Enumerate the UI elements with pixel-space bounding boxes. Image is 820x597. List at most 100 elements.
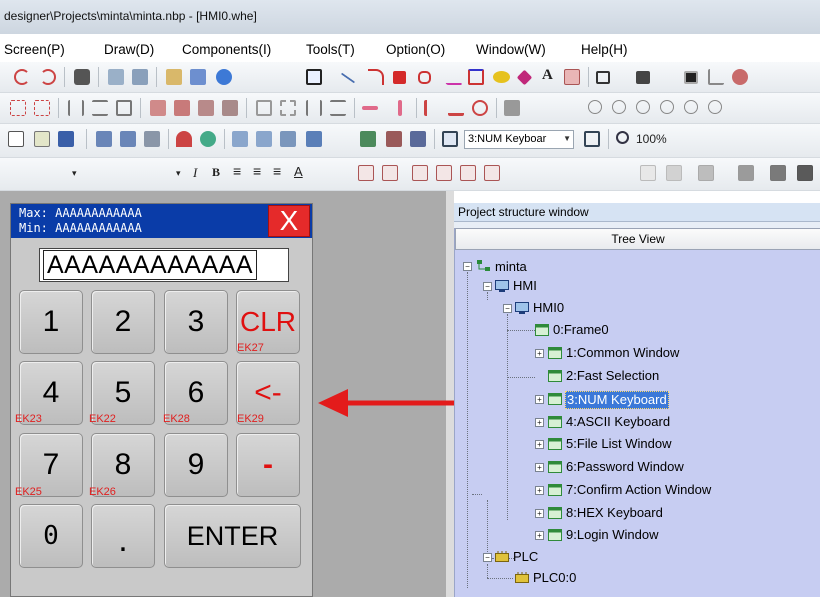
border-icon[interactable] — [596, 71, 610, 84]
flip-h-icon[interactable] — [424, 100, 440, 116]
menu-components[interactable]: Components(I) — [182, 42, 271, 57]
expand-hmi0[interactable]: − — [503, 304, 512, 313]
align-left-icon[interactable] — [10, 100, 26, 116]
function-key-icon[interactable] — [144, 131, 160, 147]
menu-help[interactable]: Help(H) — [581, 42, 628, 57]
font-icon[interactable] — [58, 131, 74, 147]
undo-icon[interactable] — [14, 69, 30, 85]
same-height-icon[interactable] — [92, 100, 108, 116]
text-box-icon[interactable] — [358, 165, 374, 181]
hline-icon[interactable] — [362, 106, 378, 110]
same-width-icon[interactable] — [68, 100, 84, 116]
pattern-4-icon[interactable] — [738, 165, 754, 181]
lock-icon[interactable] — [504, 100, 520, 116]
redo-icon[interactable] — [40, 69, 56, 85]
pattern-icon[interactable] — [684, 71, 698, 84]
step-4-icon[interactable] — [660, 100, 674, 114]
step-3-icon[interactable] — [636, 100, 650, 114]
size-dropdown-icon[interactable]: ▾ — [176, 168, 181, 179]
expand-password-window[interactable]: + — [535, 463, 544, 472]
expand-hex-keyboard[interactable]: + — [535, 509, 544, 518]
menu-draw[interactable]: Draw(D) — [104, 42, 154, 57]
print-preview-icon[interactable] — [108, 69, 124, 85]
tree-node-ascii-keyboard[interactable]: 4:ASCII Keyboard — [566, 414, 670, 430]
step-6-icon[interactable] — [708, 100, 722, 114]
tree-node-confirm-action-window[interactable]: 7:Confirm Action Window — [566, 482, 711, 498]
expand-file-list-window[interactable]: + — [535, 440, 544, 449]
tree-node-plc0[interactable]: PLC0:0 — [533, 570, 576, 586]
zoom-icon[interactable] — [616, 131, 629, 144]
expand-minta[interactable]: − — [463, 262, 472, 271]
copy-screen-icon[interactable] — [34, 131, 50, 147]
number-input-icon[interactable] — [256, 131, 272, 147]
fill-color-icon[interactable] — [636, 71, 650, 84]
multi-text-icon[interactable] — [436, 165, 452, 181]
pattern-1-icon[interactable] — [640, 165, 656, 181]
tree-node-num-keyboard[interactable]: 3:NUM Keyboard — [565, 391, 669, 409]
close-button[interactable]: X — [268, 205, 310, 237]
key-minus[interactable]: - — [236, 433, 300, 497]
bold-icon[interactable]: B — [212, 165, 220, 180]
expand-ascii-keyboard[interactable]: + — [535, 418, 544, 427]
expand-num-keyboard[interactable]: + — [535, 395, 544, 404]
alarm-icon[interactable] — [360, 131, 376, 147]
key-9[interactable]: 9 — [164, 433, 228, 497]
key-3[interactable]: 3 — [164, 290, 228, 354]
tree-node-common-window[interactable]: 1:Common Window — [566, 345, 679, 361]
group-icon[interactable] — [256, 100, 272, 116]
message-icon[interactable] — [484, 165, 500, 181]
rounded-rect-icon[interactable] — [418, 71, 431, 84]
bring-front-icon[interactable] — [150, 100, 166, 116]
key-1[interactable]: 1 — [19, 290, 83, 354]
pointer-icon[interactable] — [306, 69, 322, 85]
tree-node-minta[interactable]: minta — [495, 259, 527, 275]
tree-view-tab[interactable]: Tree View — [455, 228, 820, 250]
step-5-icon[interactable] — [684, 100, 698, 114]
arc-icon[interactable] — [368, 69, 384, 85]
project-tree[interactable]: Tree View − minta − HMI − HMI0 0:Frame0 … — [454, 228, 820, 597]
tree-node-hex-keyboard[interactable]: 8:HEX Keyboard — [566, 505, 663, 521]
keyboard-icon[interactable] — [442, 131, 458, 147]
number-display-icon[interactable] — [232, 131, 248, 147]
polyline-icon[interactable] — [437, 69, 463, 85]
expand-confirm-action-window[interactable]: + — [535, 486, 544, 495]
help-icon[interactable] — [216, 69, 232, 85]
font-dropdown-icon[interactable]: ▾ — [72, 168, 77, 179]
forward-icon[interactable] — [198, 100, 214, 116]
window-icon[interactable] — [190, 69, 206, 85]
backward-icon[interactable] — [222, 100, 238, 116]
rotate-icon[interactable] — [472, 100, 488, 116]
pattern-6-icon[interactable] — [797, 165, 813, 181]
space-vertical-icon[interactable] — [330, 100, 346, 116]
flip-v-icon[interactable] — [448, 100, 464, 116]
tree-node-hmi[interactable]: HMI — [513, 278, 537, 294]
ellipse-icon[interactable] — [493, 71, 510, 83]
menu-option[interactable]: Option(O) — [386, 42, 445, 57]
tree-node-file-list-window[interactable]: 5:File List Window — [566, 436, 671, 452]
bit-button-icon[interactable] — [96, 131, 112, 147]
space-horizontal-icon[interactable] — [306, 100, 322, 116]
align-text-center-icon[interactable]: ≡ — [253, 163, 261, 179]
tree-node-plc[interactable]: PLC — [513, 549, 538, 565]
same-size-icon[interactable] — [116, 100, 132, 116]
tree-node-frame0[interactable]: 0:Frame0 — [553, 322, 609, 338]
expand-hmi[interactable]: − — [483, 282, 492, 291]
step-2-icon[interactable] — [612, 100, 626, 114]
align-text-left-icon[interactable]: ≡ — [233, 163, 241, 179]
vline-icon[interactable] — [398, 100, 402, 116]
expand-common-window[interactable]: + — [535, 349, 544, 358]
window-component-icon[interactable] — [306, 131, 322, 147]
line-icon[interactable] — [340, 72, 356, 84]
pattern-2-icon[interactable] — [666, 165, 682, 181]
find-icon[interactable] — [74, 69, 90, 85]
new-screen-icon[interactable] — [8, 131, 24, 147]
bitmap-text-icon[interactable] — [412, 165, 428, 181]
pattern-5-icon[interactable] — [770, 165, 786, 181]
key-dot[interactable]: . — [91, 504, 155, 568]
menu-screen[interactable]: Screen(P) — [4, 42, 65, 57]
ungroup-icon[interactable] — [280, 100, 296, 116]
print-icon[interactable] — [132, 69, 148, 85]
table-icon[interactable] — [410, 131, 426, 147]
shadow-icon[interactable] — [708, 69, 724, 85]
pilot-lamp-icon[interactable] — [176, 131, 192, 147]
